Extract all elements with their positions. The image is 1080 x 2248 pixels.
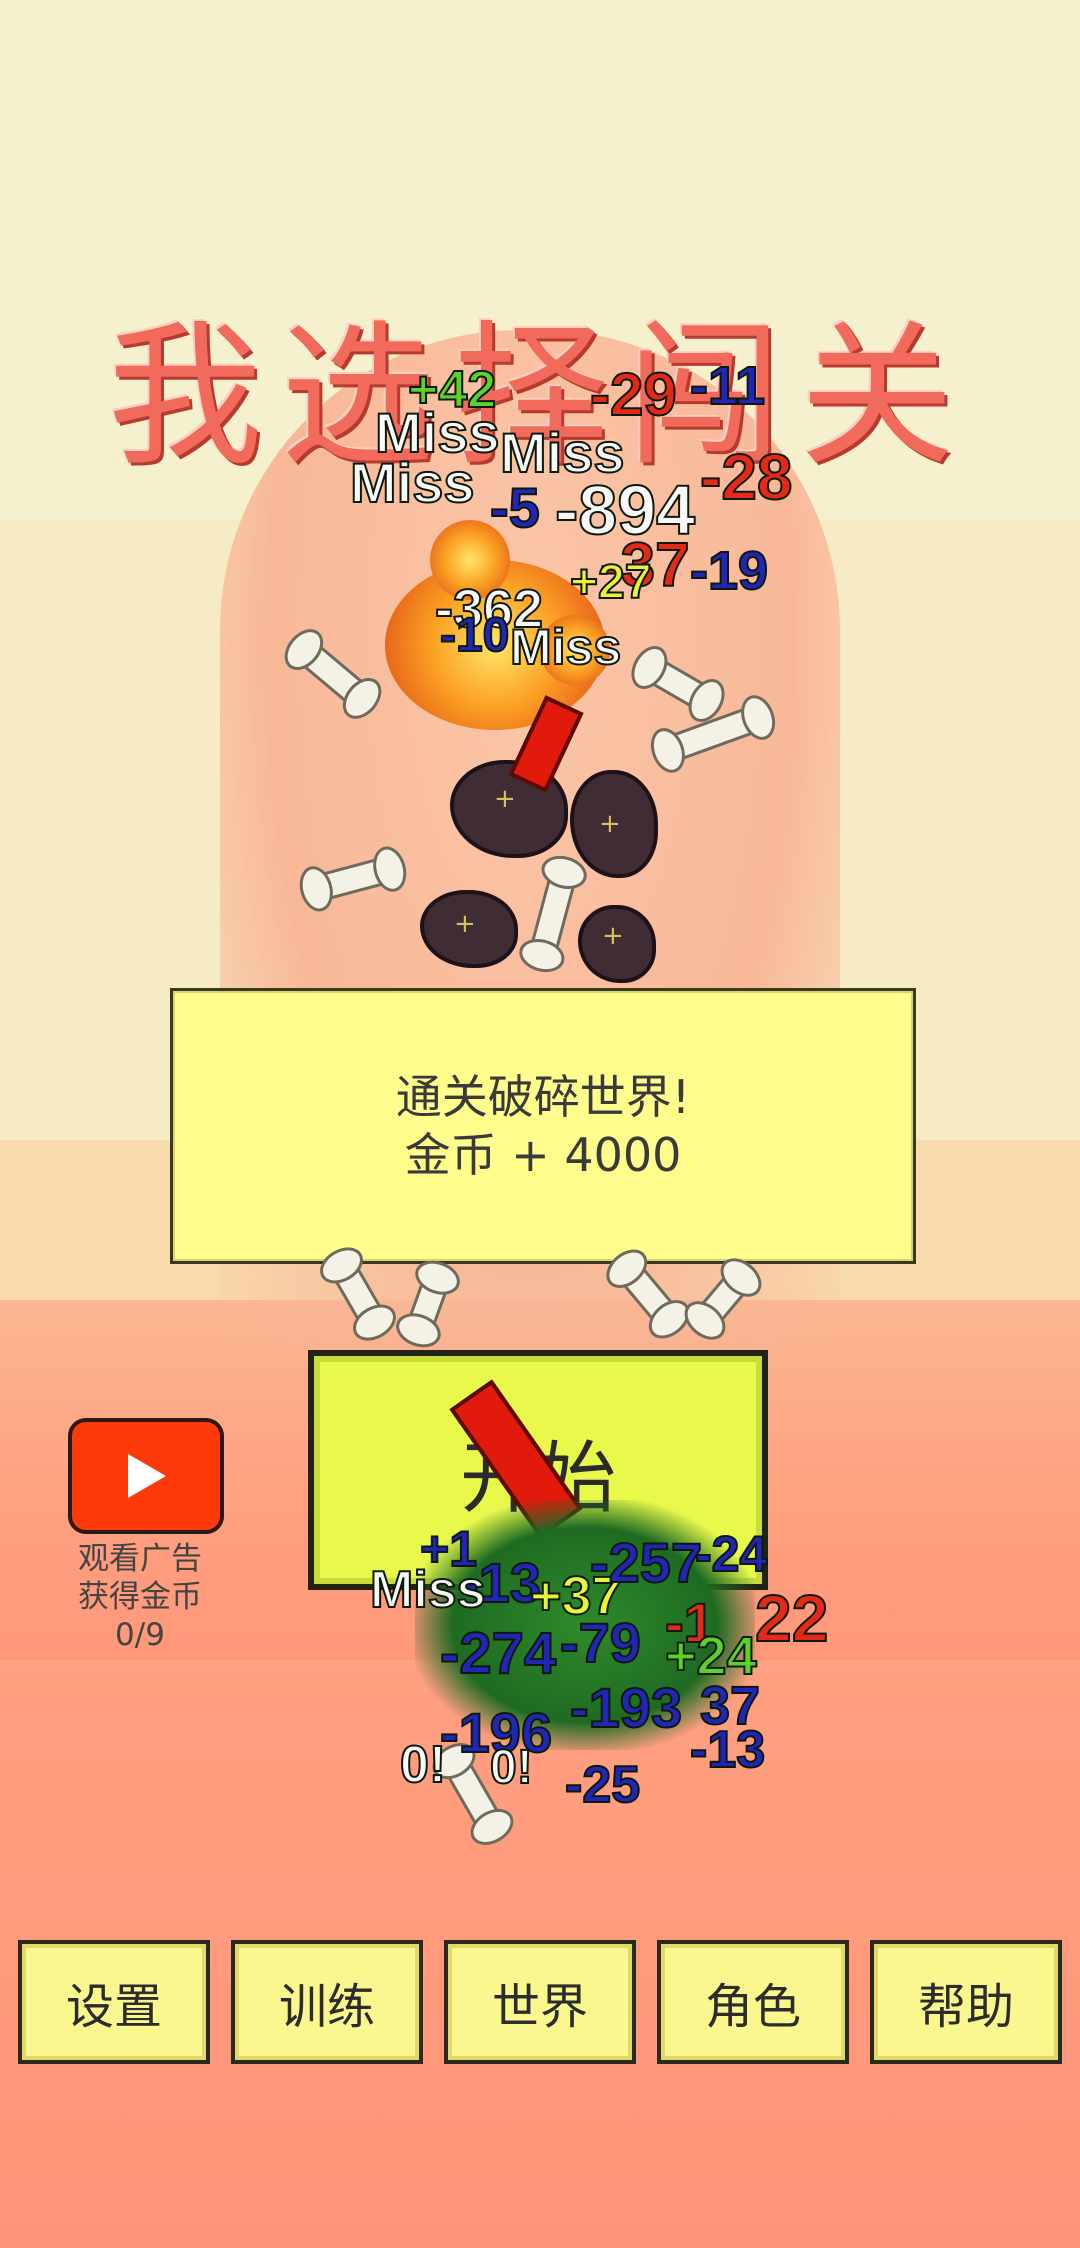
damage-number: -196 — [439, 1700, 553, 1765]
menu-training-button[interactable]: 训练 — [231, 1940, 423, 2064]
menu-help-button[interactable]: 帮助 — [870, 1940, 1062, 2064]
damage-number: -13 — [689, 1720, 766, 1780]
play-icon — [128, 1454, 166, 1498]
watch-ad-line2: 获得金币 — [78, 1579, 202, 1615]
damage-number: -25 — [564, 1755, 641, 1815]
damage-number: -193 — [569, 1675, 683, 1740]
watch-ad-label: 观看广告 获得金币 0/9 — [40, 1540, 240, 1654]
start-button[interactable]: 开始 — [308, 1350, 768, 1590]
watch-ad-button[interactable] — [68, 1418, 224, 1534]
menu-world-button[interactable]: 世界 — [444, 1940, 636, 2064]
watch-ad-line1: 观看广告 — [78, 1541, 202, 1577]
reward-message-line1: 通关破碎世界! — [395, 1070, 691, 1124]
damage-number: 0! — [399, 1735, 447, 1795]
game-title: 我选择闯关 — [107, 306, 973, 487]
bone — [439, 1749, 507, 1839]
menu-settings-button[interactable]: 设置 — [18, 1940, 210, 2064]
watch-ad-counter: 0/9 — [115, 1617, 165, 1653]
menu-character-button[interactable]: 角色 — [657, 1940, 849, 2064]
reward-message-panel: 通关破碎世界! 金币 + 4000 — [170, 988, 916, 1264]
damage-number: 37 — [699, 1675, 761, 1737]
damage-number: 0! — [489, 1740, 534, 1795]
reward-message-line2: 金币 + 4000 — [404, 1128, 682, 1182]
